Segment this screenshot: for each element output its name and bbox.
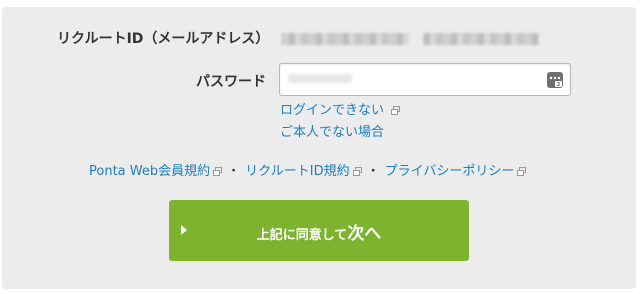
agree-next-button[interactable]: 上記に同意して次へ [169, 200, 469, 261]
id-label: リクルートID（メールアドレス） [57, 31, 270, 47]
masked-email-gap [409, 33, 423, 45]
privacy-policy-link[interactable]: プライバシーポリシー [385, 164, 527, 179]
svg-text:2: 2 [557, 82, 561, 88]
agree-next-prefix: 上記に同意して [256, 228, 348, 243]
external-window-icon [352, 167, 362, 176]
recruit-id-terms-link[interactable]: リクルートID規約 [245, 164, 362, 179]
agree-next-emphasis: 次へ [347, 224, 382, 244]
ponta-terms-link[interactable]: Ponta Web会員規約 [89, 164, 223, 179]
password-keychain-icon[interactable]: 2 [546, 71, 564, 89]
login-trouble-link[interactable]: ログインできない [280, 99, 401, 118]
external-window-icon [213, 167, 223, 176]
not-me-link[interactable]: ご本人でない場合 [280, 121, 384, 140]
id-row: リクルートID（メールアドレス） [57, 28, 269, 48]
external-window-icon [517, 167, 527, 176]
not-me-text: ご本人でない場合 [280, 125, 385, 140]
ponta-terms-text: Ponta Web会員規約 [89, 164, 211, 179]
terms-links: Ponta Web会員規約・リクルートID規約・プライバシーポリシー [89, 160, 527, 179]
privacy-policy-text: プライバシーポリシー [384, 164, 515, 179]
terms-separator: ・ [366, 164, 380, 179]
agree-next-label: 上記に同意して次へ [169, 219, 469, 244]
masked-email-value [281, 33, 539, 45]
password-value: •••••••• [288, 71, 370, 87]
login-trouble-text: ログインできない [280, 103, 385, 118]
password-label: パスワード [196, 74, 266, 90]
recruit-id-terms-text: リクルートID規約 [245, 164, 350, 179]
external-window-icon [391, 106, 401, 115]
terms-separator: ・ [227, 164, 241, 179]
password-input[interactable]: •••••••• 2 [279, 63, 571, 96]
